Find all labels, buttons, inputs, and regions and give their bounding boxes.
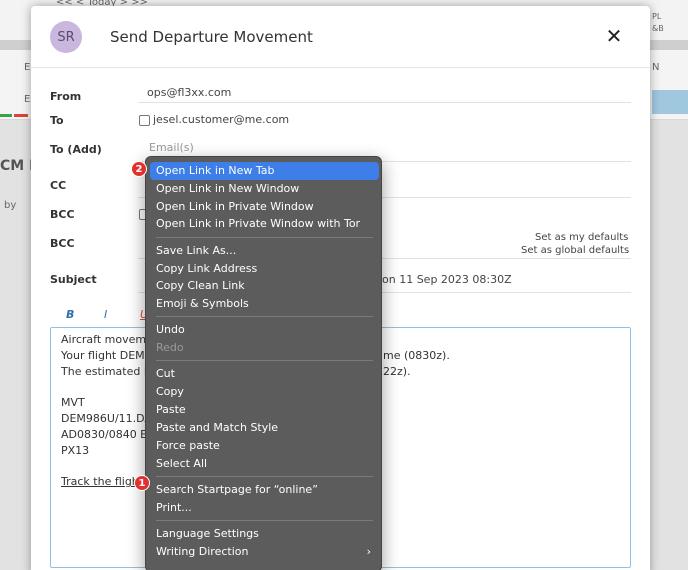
menu-item-open-private-tor[interactable]: Open Link in Private Window with Tor xyxy=(150,215,379,233)
to-value: jesel.customer@me.com xyxy=(153,113,290,126)
menu-item-select-all[interactable]: Select All xyxy=(150,455,379,473)
menu-separator xyxy=(156,237,373,238)
to-label: To xyxy=(50,114,64,127)
editor-line: AD0830/0840 EA xyxy=(61,428,155,441)
menu-item-print[interactable]: Print... xyxy=(150,499,379,517)
menu-item-paste-match-style[interactable]: Paste and Match Style xyxy=(150,419,379,437)
menu-item-open-new-tab[interactable]: Open Link in New Tab xyxy=(150,162,379,180)
to-add-label: To (Add) xyxy=(50,143,102,156)
menu-item-writing-direction[interactable]: Writing Direction › xyxy=(150,543,379,561)
editor-line: The estimated la xyxy=(61,365,154,378)
modal-title: Send Departure Movement xyxy=(110,28,313,46)
italic-button[interactable]: I xyxy=(104,308,107,321)
bcc-add-label: BCC xyxy=(50,237,75,250)
menu-item-save-link[interactable]: Save Link As... xyxy=(150,242,379,260)
background-label: &B xyxy=(652,24,664,33)
status-bar xyxy=(14,114,28,117)
from-label: From xyxy=(50,90,82,103)
status-bar xyxy=(652,90,688,114)
track-flight-link[interactable]: Track the flight xyxy=(61,475,143,488)
editor-line: DEM986U/11.DA xyxy=(61,412,152,425)
menu-item-copy-link-address[interactable]: Copy Link Address xyxy=(150,260,379,278)
menu-item-language-settings[interactable]: Language Settings xyxy=(150,525,379,543)
menu-item-undo[interactable]: Undo xyxy=(150,321,379,339)
bcc-label: BCC xyxy=(50,208,75,221)
background-label: E xyxy=(24,62,31,73)
menu-separator xyxy=(156,360,373,361)
menu-item-force-paste[interactable]: Force paste xyxy=(150,437,379,455)
editor-line: me (0830z). xyxy=(383,349,450,362)
divider xyxy=(138,102,631,103)
menu-item-paste[interactable]: Paste xyxy=(150,401,379,419)
subject-input[interactable]: on 11 Sep 2023 08:30Z xyxy=(382,273,512,286)
menu-item-cut[interactable]: Cut xyxy=(150,365,379,383)
to-add-input[interactable]: Email(s) xyxy=(149,141,194,154)
step-badge-1: 1 xyxy=(134,475,150,491)
menu-separator xyxy=(156,476,373,477)
menu-item-search-startpage[interactable]: Search Startpage for “online” xyxy=(150,481,379,499)
subject-label: Subject xyxy=(50,273,97,286)
modal-header: SR Send Departure Movement ✕ xyxy=(31,6,650,68)
to-checkbox[interactable] xyxy=(139,115,150,126)
menu-item-redo: Redo xyxy=(156,341,184,354)
cc-label: CC xyxy=(50,179,67,192)
step-badge-2: 2 xyxy=(131,161,147,177)
menu-item-copy[interactable]: Copy xyxy=(150,383,379,401)
editor-line: 22z). xyxy=(383,365,411,378)
set-defaults-link[interactable]: Set as my defaults xyxy=(535,232,628,243)
chevron-right-icon: › xyxy=(366,545,371,558)
menu-item-emoji-symbols[interactable]: Emoji & Symbols xyxy=(150,295,379,313)
bold-button[interactable]: B xyxy=(66,308,74,321)
menu-separator xyxy=(156,316,373,317)
avatar: SR xyxy=(50,21,82,53)
menu-item-copy-clean-link[interactable]: Copy Clean Link xyxy=(150,277,379,295)
editor-line: PX13 xyxy=(61,444,90,457)
status-bar xyxy=(0,114,12,117)
context-menu: Open Link in New Tab Open Link in New Wi… xyxy=(145,156,382,570)
background-label: by xyxy=(4,200,17,211)
editor-line: Aircraft moveme xyxy=(61,333,153,346)
menu-item-label: Writing Direction xyxy=(156,545,249,558)
set-global-defaults-link[interactable]: Set as global defaults xyxy=(521,245,629,256)
menu-item-open-private-window[interactable]: Open Link in Private Window xyxy=(150,198,379,216)
editor-line: Your flight DEM9 xyxy=(61,349,152,362)
background-label: N xyxy=(652,62,660,73)
close-icon[interactable]: ✕ xyxy=(603,26,625,48)
background-label: PL xyxy=(652,12,662,21)
background-label: E xyxy=(24,94,31,105)
menu-item-open-new-window[interactable]: Open Link in New Window xyxy=(150,180,379,198)
from-value: ops@fl3xx.com xyxy=(147,86,232,99)
editor-line: MVT xyxy=(61,396,85,409)
menu-separator xyxy=(156,520,373,521)
